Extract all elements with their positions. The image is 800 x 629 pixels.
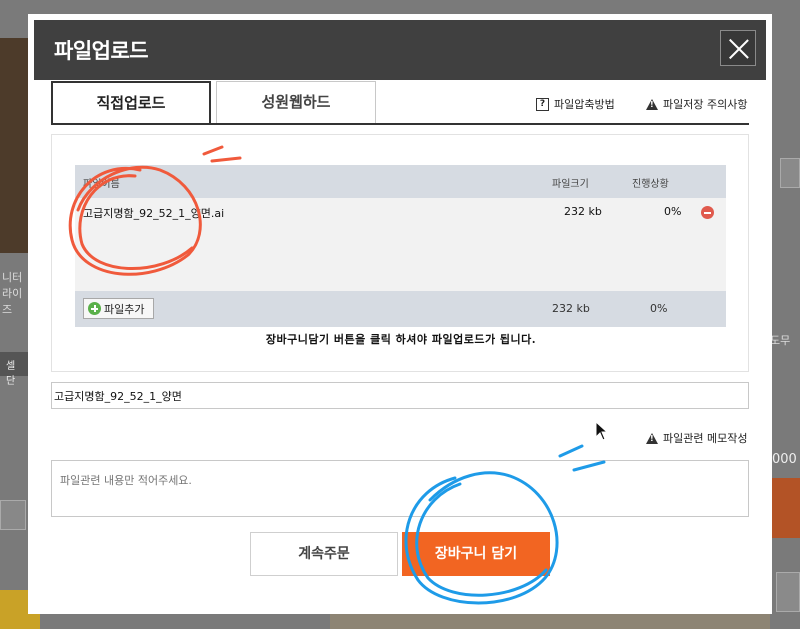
modal-header: 파일업로드 — [34, 20, 766, 80]
total-progress: 0% — [650, 302, 668, 315]
background-orange-button — [772, 478, 800, 538]
row-progress: 0% — [664, 205, 682, 218]
mouse-cursor-icon — [595, 421, 609, 441]
remove-icon[interactable] — [701, 206, 714, 219]
memo-link-label: 파일관련 메모작성 — [663, 432, 748, 445]
upload-notice: 장바구니담기 버튼을 클릭 하셔야 파일업로드가 됩니다. — [265, 333, 537, 346]
total-size: 232 kb — [552, 302, 590, 315]
header-filesize: 파일크기 — [552, 179, 589, 190]
row-filesize: 232 kb — [564, 205, 602, 218]
header-filename: 파일이름 — [83, 179, 120, 190]
tabs-divider — [51, 123, 749, 125]
compress-help-link[interactable]: ? 파일압축방법 — [536, 96, 615, 112]
row-filename: 고급지명함_92_52_1_양면.ai — [83, 207, 225, 220]
background-button-left: 셀 단 — [0, 352, 30, 387]
continue-order-button[interactable]: 계속주문 — [250, 532, 398, 576]
add-file-button[interactable]: 파일추가 — [83, 298, 154, 319]
save-caution-label: 파일저장 주의사항 — [663, 98, 748, 111]
warning-icon — [646, 98, 658, 110]
tab-direct-upload[interactable]: 직접업로드 — [51, 81, 211, 125]
tab-webhard[interactable]: 성원웹하드 — [216, 81, 376, 123]
filename-input[interactable] — [51, 382, 749, 409]
memo-textarea[interactable] — [51, 460, 749, 517]
close-icon[interactable] — [720, 30, 756, 66]
memo-link[interactable]: 파일관련 메모작성 — [646, 430, 747, 446]
table-header: 파일이름 파일크기 진행상황 — [75, 165, 726, 198]
background-price: 000 — [772, 452, 797, 467]
plus-icon — [88, 302, 101, 315]
modal-title: 파일업로드 — [54, 39, 149, 63]
question-icon: ? — [536, 97, 549, 111]
file-upload-modal: 파일업로드 직접업로드 성원웹하드 ? 파일압축방법 파일저장 주의사항 파일이… — [28, 14, 772, 614]
background-box — [0, 500, 26, 530]
background-box — [780, 158, 800, 188]
save-caution-link[interactable]: 파일저장 주의사항 — [646, 96, 747, 112]
background-box — [776, 572, 800, 612]
background-text-right: 도무 — [770, 334, 791, 347]
add-file-label: 파일추가 — [104, 302, 145, 316]
header-progress: 진행상황 — [632, 179, 669, 190]
warning-icon — [646, 432, 658, 444]
table-row: 고급지명함_92_52_1_양면.ai 232 kb 0% — [75, 203, 726, 225]
background-product-image — [0, 38, 30, 253]
file-table: 파일이름 파일크기 진행상황 고급지명함_92_52_1_양면.ai 232 k… — [75, 165, 726, 327]
add-to-cart-button[interactable]: 장바구니 담기 — [402, 532, 550, 576]
table-footer: 파일추가 232 kb 0% — [75, 291, 726, 327]
compress-help-label: 파일압축방법 — [554, 98, 615, 111]
upload-panel: 파일이름 파일크기 진행상황 고급지명함_92_52_1_양면.ai 232 k… — [51, 134, 749, 372]
